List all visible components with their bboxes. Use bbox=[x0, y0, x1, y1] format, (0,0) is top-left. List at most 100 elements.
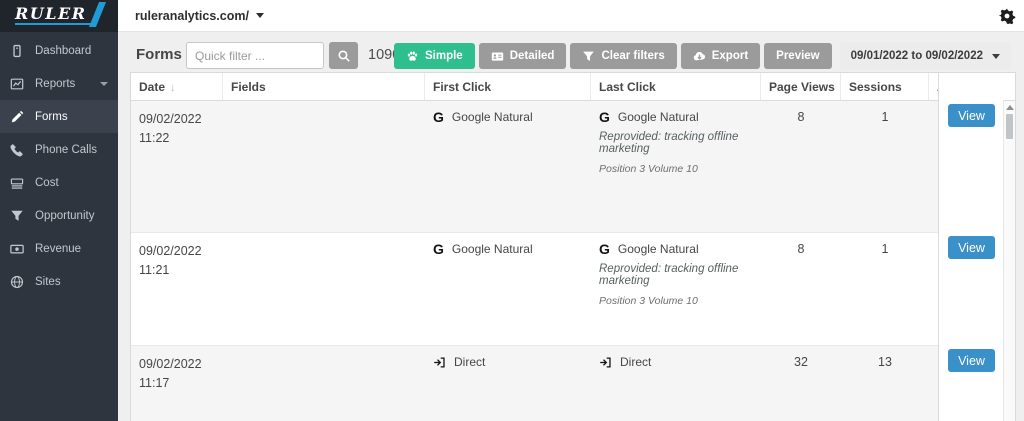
date-range-selector[interactable]: 09/01/2022 to 09/02/2022 bbox=[839, 42, 1011, 70]
detailed-label: Detailed bbox=[509, 50, 555, 62]
column-header-last-click[interactable]: Last Click bbox=[591, 73, 761, 100]
view-button[interactable]: View bbox=[948, 104, 995, 127]
cell-page-views: 32 bbox=[794, 355, 808, 369]
cell-last-click: Direct bbox=[591, 346, 761, 421]
cloud-download-icon bbox=[693, 51, 705, 60]
cell-page-views: 8 bbox=[797, 242, 805, 256]
google-icon: G bbox=[433, 241, 444, 257]
detailed-button[interactable]: Detailed bbox=[478, 43, 567, 69]
cell-fields bbox=[223, 233, 425, 345]
sidebar-item-forms[interactable]: Forms bbox=[0, 100, 118, 133]
dashboard-icon bbox=[13, 44, 21, 57]
domain-selector[interactable]: ruleranalytics.com/ bbox=[135, 9, 264, 23]
simple-label: Simple bbox=[424, 50, 463, 62]
cell-last-click: G Google Natural Reprovided: tracking off… bbox=[591, 101, 761, 232]
sidebar-item-dashboard[interactable]: Dashboard bbox=[0, 34, 118, 67]
view-button[interactable]: View bbox=[948, 236, 995, 259]
id-card-icon bbox=[491, 51, 503, 61]
sidebar-item-label: Phone Calls bbox=[35, 143, 98, 156]
google-icon: G bbox=[599, 109, 610, 125]
clear-filters-button[interactable]: Clear filters bbox=[570, 43, 677, 69]
first-click-value: Google Natural bbox=[451, 110, 533, 124]
logo-underline bbox=[15, 23, 93, 25]
simple-button[interactable]: Simple bbox=[393, 43, 475, 69]
date-value: 09/02/2022 bbox=[139, 244, 202, 258]
scrollbar-thumb[interactable] bbox=[1006, 114, 1013, 139]
column-header-date[interactable]: Date ↓ bbox=[131, 73, 223, 100]
column-header-label: Last Click bbox=[599, 80, 656, 94]
cell-page-views: 8 bbox=[797, 110, 805, 124]
logo-slash bbox=[88, 2, 107, 27]
cell-sessions: 1 bbox=[881, 242, 889, 256]
forms-icon bbox=[11, 110, 24, 122]
column-header-page-views[interactable]: Page Views bbox=[761, 73, 841, 100]
cell-date: 09/02/2022 11:22 bbox=[131, 101, 223, 232]
ruler-logo: RULER bbox=[0, 0, 118, 32]
sidebar-item-label: Dashboard bbox=[35, 44, 92, 57]
export-label: Export bbox=[711, 50, 749, 62]
last-click-note2: Position 3 Volume 10 bbox=[599, 295, 698, 307]
last-click-value: Direct bbox=[620, 355, 652, 369]
page-title: Forms bbox=[136, 46, 182, 63]
cell-last-click: G Google Natural Reprovided: tracking off… bbox=[591, 233, 761, 345]
sidebar-item-phone-calls[interactable]: Phone Calls bbox=[0, 133, 118, 166]
preview-label: Preview bbox=[776, 50, 820, 62]
gear-icon[interactable] bbox=[998, 7, 1016, 25]
sidebar: Dashboard Reports Forms Phone Calls Cost bbox=[0, 32, 118, 421]
sidebar-item-label: Reports bbox=[35, 77, 76, 90]
vertical-scrollbar[interactable] bbox=[1003, 101, 1015, 421]
export-button[interactable]: Export bbox=[680, 43, 761, 69]
domain-label: ruleranalytics.com/ bbox=[135, 8, 249, 23]
sidebar-item-cost[interactable]: Cost bbox=[0, 166, 118, 199]
direct-icon bbox=[599, 356, 612, 369]
column-header-fields[interactable]: Fields bbox=[223, 73, 425, 100]
last-click-note: Reprovided: tracking offline marketing bbox=[599, 131, 739, 155]
cell-first-click: Direct bbox=[425, 346, 591, 421]
chevron-down-icon bbox=[255, 13, 264, 18]
table-header-row: Date ↓ Fields First Click Last Click Page… bbox=[131, 73, 1015, 101]
cell-fields bbox=[223, 101, 425, 232]
column-header-label: First Click bbox=[433, 80, 492, 94]
column-header-label: Fields bbox=[231, 80, 266, 94]
sidebar-item-label: Cost bbox=[35, 176, 59, 189]
sidebar-item-opportunity[interactable]: Opportunity bbox=[0, 199, 118, 232]
time-value: 11:17 bbox=[139, 376, 170, 391]
chevron-down-icon bbox=[100, 81, 108, 86]
sidebar-item-label: Sites bbox=[35, 275, 61, 288]
revenue-icon bbox=[10, 244, 24, 253]
column-header-first-click[interactable]: First Click bbox=[425, 73, 591, 100]
column-header-sessions[interactable]: Sessions bbox=[841, 73, 929, 100]
logo-text: RULER bbox=[15, 4, 87, 23]
table-row: 09/02/2022 11:21 G Google Natural G Google… bbox=[131, 233, 1015, 346]
opportunity-icon bbox=[11, 210, 23, 221]
sort-desc-icon: ↓ bbox=[170, 82, 176, 94]
scroll-up-arrow[interactable] bbox=[1006, 105, 1014, 110]
cell-fields bbox=[223, 346, 425, 421]
sidebar-item-reports[interactable]: Reports bbox=[0, 67, 118, 100]
top-bar: ruleranalytics.com/ bbox=[118, 0, 1024, 32]
table-row: 09/02/2022 11:22 G Google Natural G Google… bbox=[131, 101, 1015, 233]
view-button[interactable]: View bbox=[948, 349, 995, 372]
preview-button[interactable]: Preview bbox=[764, 43, 832, 69]
toolbar-buttons: Simple Detailed Clear filters Export Pre… bbox=[393, 42, 1011, 70]
cost-icon bbox=[10, 177, 24, 189]
time-value: 11:21 bbox=[139, 263, 170, 278]
first-click-value: Direct bbox=[454, 355, 486, 369]
filter-icon bbox=[583, 51, 595, 61]
column-header-label: Page Views bbox=[769, 80, 835, 94]
reports-icon bbox=[10, 78, 24, 89]
quick-filter-input[interactable] bbox=[186, 42, 324, 69]
search-button[interactable] bbox=[329, 42, 358, 69]
direct-icon bbox=[433, 356, 446, 369]
sidebar-item-revenue[interactable]: Revenue bbox=[0, 232, 118, 265]
last-click-note2: Position 3 Volume 10 bbox=[599, 163, 698, 175]
search-icon bbox=[337, 49, 350, 62]
sidebar-item-sites[interactable]: Sites bbox=[0, 265, 118, 298]
chevron-down-icon bbox=[992, 53, 1000, 59]
action-column: View View View bbox=[938, 73, 1003, 421]
sidebar-item-label: Revenue bbox=[35, 242, 82, 255]
cell-first-click: G Google Natural bbox=[425, 233, 591, 345]
first-click-value: Google Natural bbox=[451, 242, 533, 256]
app-window: RULER ruleranalytics.com/ Dashboard Repo… bbox=[0, 0, 1024, 421]
sites-icon bbox=[10, 275, 24, 288]
